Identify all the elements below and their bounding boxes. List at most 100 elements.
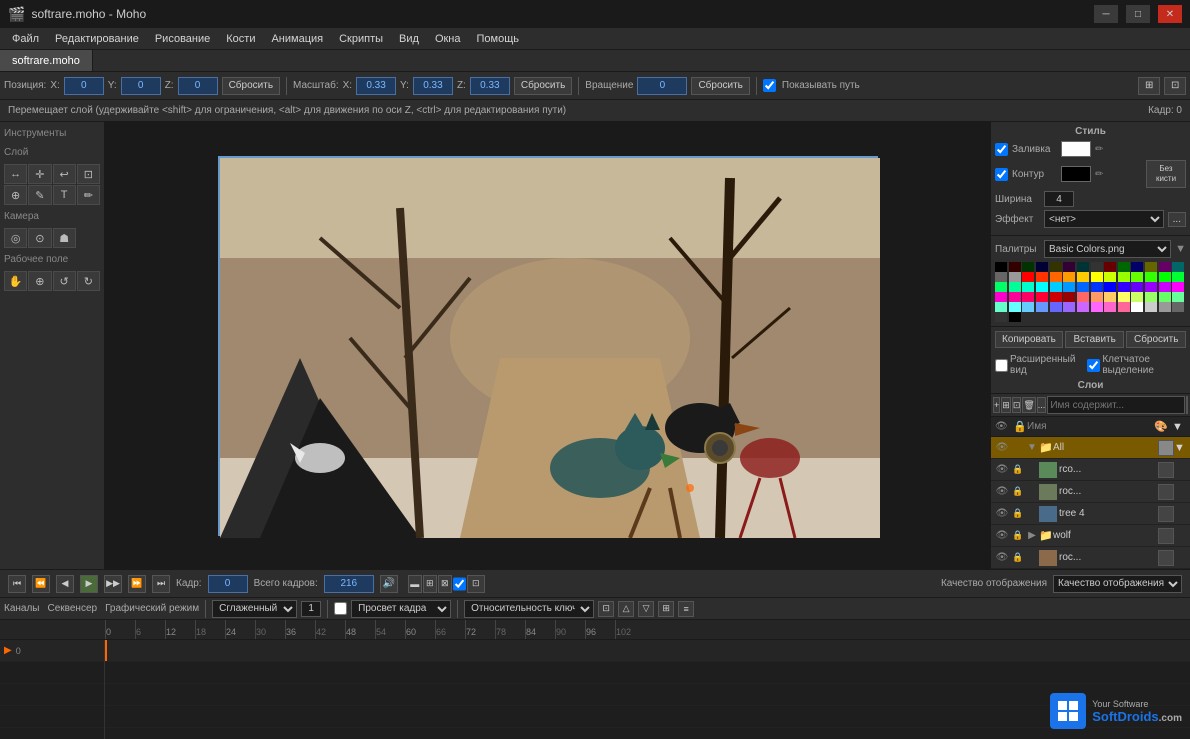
color-cell[interactable] bbox=[1172, 272, 1184, 282]
pos-z-input[interactable] bbox=[178, 77, 218, 95]
color-cell[interactable] bbox=[995, 312, 1007, 322]
fill-color-swatch[interactable] bbox=[1061, 141, 1091, 157]
tool-rotate[interactable]: ↩ bbox=[53, 164, 76, 184]
color-cell[interactable] bbox=[1063, 262, 1075, 272]
color-cell[interactable] bbox=[1009, 312, 1021, 322]
quality-select[interactable]: Качество отображения Высокое Среднее Низ… bbox=[1053, 575, 1182, 593]
color-cell[interactable] bbox=[1091, 302, 1103, 312]
effect-select[interactable]: <нет> bbox=[1044, 210, 1164, 228]
fill-edit-icon[interactable]: ✏ bbox=[1095, 144, 1103, 155]
paste-button[interactable]: Вставить bbox=[1065, 331, 1125, 348]
smooth-select[interactable]: Сглаженный bbox=[212, 600, 297, 618]
color-cell[interactable] bbox=[1145, 262, 1157, 272]
layers-del-button[interactable]: 🗑 bbox=[1022, 397, 1035, 413]
color-cell[interactable] bbox=[1009, 282, 1021, 292]
color-cell[interactable] bbox=[1036, 262, 1048, 272]
view-btn4[interactable]: ⊡ bbox=[467, 575, 485, 593]
layer-eye-roc2[interactable]: 👁 bbox=[993, 552, 1011, 563]
layers-filter-input[interactable] bbox=[1047, 396, 1185, 414]
pos-x-input[interactable] bbox=[64, 77, 104, 95]
color-cell[interactable] bbox=[1036, 302, 1048, 312]
menu-edit[interactable]: Редактирование bbox=[47, 31, 147, 47]
menu-draw[interactable]: Рисование bbox=[147, 31, 218, 47]
preview-frame-checkbox[interactable] bbox=[334, 602, 347, 615]
layer-visible-wolf[interactable] bbox=[1158, 528, 1174, 544]
menu-animate[interactable]: Анимация bbox=[263, 31, 331, 47]
color-cell[interactable] bbox=[1077, 262, 1089, 272]
color-cell[interactable] bbox=[1063, 272, 1075, 282]
tool-add[interactable]: ✛ bbox=[28, 164, 51, 184]
color-cell[interactable] bbox=[1104, 302, 1116, 312]
color-cell[interactable] bbox=[1172, 262, 1184, 272]
tc-btn3[interactable]: ▽ bbox=[638, 601, 654, 617]
extended-view-label[interactable]: Расширенный вид bbox=[995, 354, 1079, 376]
color-cell[interactable] bbox=[1091, 272, 1103, 282]
color-cell[interactable] bbox=[1022, 282, 1034, 292]
cell-select-checkbox[interactable] bbox=[1087, 359, 1100, 372]
close-button[interactable]: ✕ bbox=[1158, 5, 1182, 23]
cell-select-label[interactable]: Клетчатое выделение bbox=[1087, 354, 1186, 376]
frame-step-input[interactable] bbox=[301, 601, 321, 617]
layers-dup-button[interactable]: ⊡ bbox=[1012, 397, 1022, 413]
color-cell[interactable] bbox=[1077, 292, 1089, 302]
ws-zoom-in[interactable]: ⊕ bbox=[28, 271, 51, 291]
color-cell[interactable] bbox=[1118, 282, 1130, 292]
layer-eye-roc1[interactable]: 👁 bbox=[993, 486, 1011, 497]
menu-help[interactable]: Помощь bbox=[469, 31, 528, 47]
color-cell[interactable] bbox=[1050, 262, 1062, 272]
menu-file[interactable]: Файл bbox=[4, 31, 47, 47]
color-cell[interactable] bbox=[1077, 302, 1089, 312]
step-forward-button[interactable]: ⏩ bbox=[128, 575, 146, 593]
color-cell[interactable] bbox=[1159, 282, 1171, 292]
minimize-button[interactable]: ─ bbox=[1094, 5, 1118, 23]
color-cell[interactable] bbox=[1118, 272, 1130, 282]
extended-view-checkbox[interactable] bbox=[995, 359, 1008, 372]
layer-visible-rco1[interactable] bbox=[1158, 462, 1174, 478]
cam-pan[interactable]: ⊙ bbox=[28, 228, 51, 248]
layer-row-rco1[interactable]: 👁 🔒 rco... bbox=[991, 459, 1190, 481]
menu-bones[interactable]: Кости bbox=[218, 31, 263, 47]
menu-windows[interactable]: Окна bbox=[427, 31, 469, 47]
view-btn2[interactable]: ⊞ bbox=[423, 575, 437, 593]
scale-z-input[interactable] bbox=[470, 77, 510, 95]
color-cell[interactable] bbox=[1063, 302, 1075, 312]
no-brush-button[interactable]: Безкисти bbox=[1146, 160, 1186, 188]
color-cell[interactable] bbox=[1063, 292, 1075, 302]
layer-eye-wolf[interactable]: 👁 bbox=[993, 530, 1011, 541]
color-cell[interactable] bbox=[1091, 262, 1103, 272]
rot-input[interactable] bbox=[637, 77, 687, 95]
color-cell[interactable] bbox=[1036, 282, 1048, 292]
pos-y-input[interactable] bbox=[121, 77, 161, 95]
scale-x-input[interactable] bbox=[356, 77, 396, 95]
color-cell[interactable] bbox=[1145, 292, 1157, 302]
color-cell[interactable] bbox=[1159, 302, 1171, 312]
color-cell[interactable] bbox=[1050, 282, 1062, 292]
color-cell[interactable] bbox=[1159, 262, 1171, 272]
color-cell[interactable] bbox=[1131, 302, 1143, 312]
tc-btn4[interactable]: ⊞ bbox=[658, 601, 674, 617]
tool-select[interactable]: ⊡ bbox=[77, 164, 100, 184]
color-cell[interactable] bbox=[1022, 262, 1034, 272]
color-cell[interactable] bbox=[1009, 262, 1021, 272]
color-cell[interactable] bbox=[1145, 282, 1157, 292]
color-cell[interactable] bbox=[1172, 292, 1184, 302]
maximize-button[interactable]: □ bbox=[1126, 5, 1150, 23]
color-cell[interactable] bbox=[1063, 282, 1075, 292]
color-cell[interactable] bbox=[1172, 282, 1184, 292]
color-cell[interactable] bbox=[1104, 262, 1116, 272]
palette-select[interactable]: Basic Colors.png bbox=[1044, 240, 1171, 258]
color-cell[interactable] bbox=[1118, 292, 1130, 302]
color-cell[interactable] bbox=[1009, 272, 1021, 282]
show-path-checkbox[interactable] bbox=[763, 79, 776, 92]
color-cell[interactable] bbox=[1077, 272, 1089, 282]
color-cell[interactable] bbox=[1159, 292, 1171, 302]
tool-pencil[interactable]: ✎ bbox=[28, 185, 51, 205]
layer-visible-tree4[interactable] bbox=[1158, 506, 1174, 522]
cam-orbit[interactable]: ◎ bbox=[4, 228, 27, 248]
canvas-container[interactable] bbox=[105, 122, 990, 569]
width-input[interactable] bbox=[1044, 191, 1074, 207]
prev-frame-button[interactable]: ◀ bbox=[56, 575, 74, 593]
color-cell[interactable] bbox=[1091, 292, 1103, 302]
layer-visible-roc2[interactable] bbox=[1158, 550, 1174, 566]
layers-more-button[interactable]: ... bbox=[1037, 397, 1047, 413]
